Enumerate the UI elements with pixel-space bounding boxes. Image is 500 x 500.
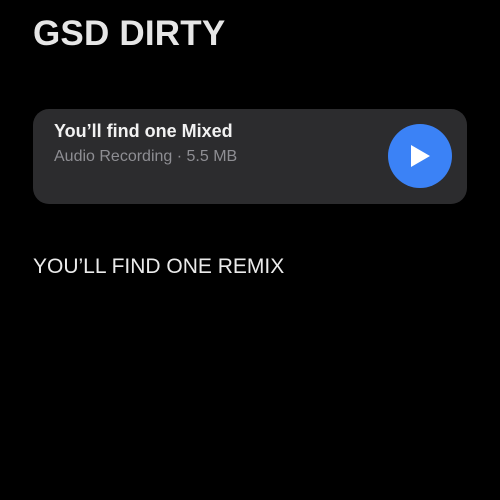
play-button[interactable] bbox=[388, 124, 452, 188]
audio-title: You’ll find one Mixed bbox=[54, 121, 233, 141]
audio-subtitle: Audio Recording · 5.5 MB bbox=[54, 148, 238, 165]
message-text: YOU’LL FIND ONE REMIX bbox=[33, 255, 285, 278]
audio-attachment-card[interactable]: You’ll find one Mixed Audio Recording · … bbox=[33, 109, 467, 204]
page-title: GSD DIRTY bbox=[33, 14, 226, 53]
play-icon bbox=[411, 145, 430, 167]
